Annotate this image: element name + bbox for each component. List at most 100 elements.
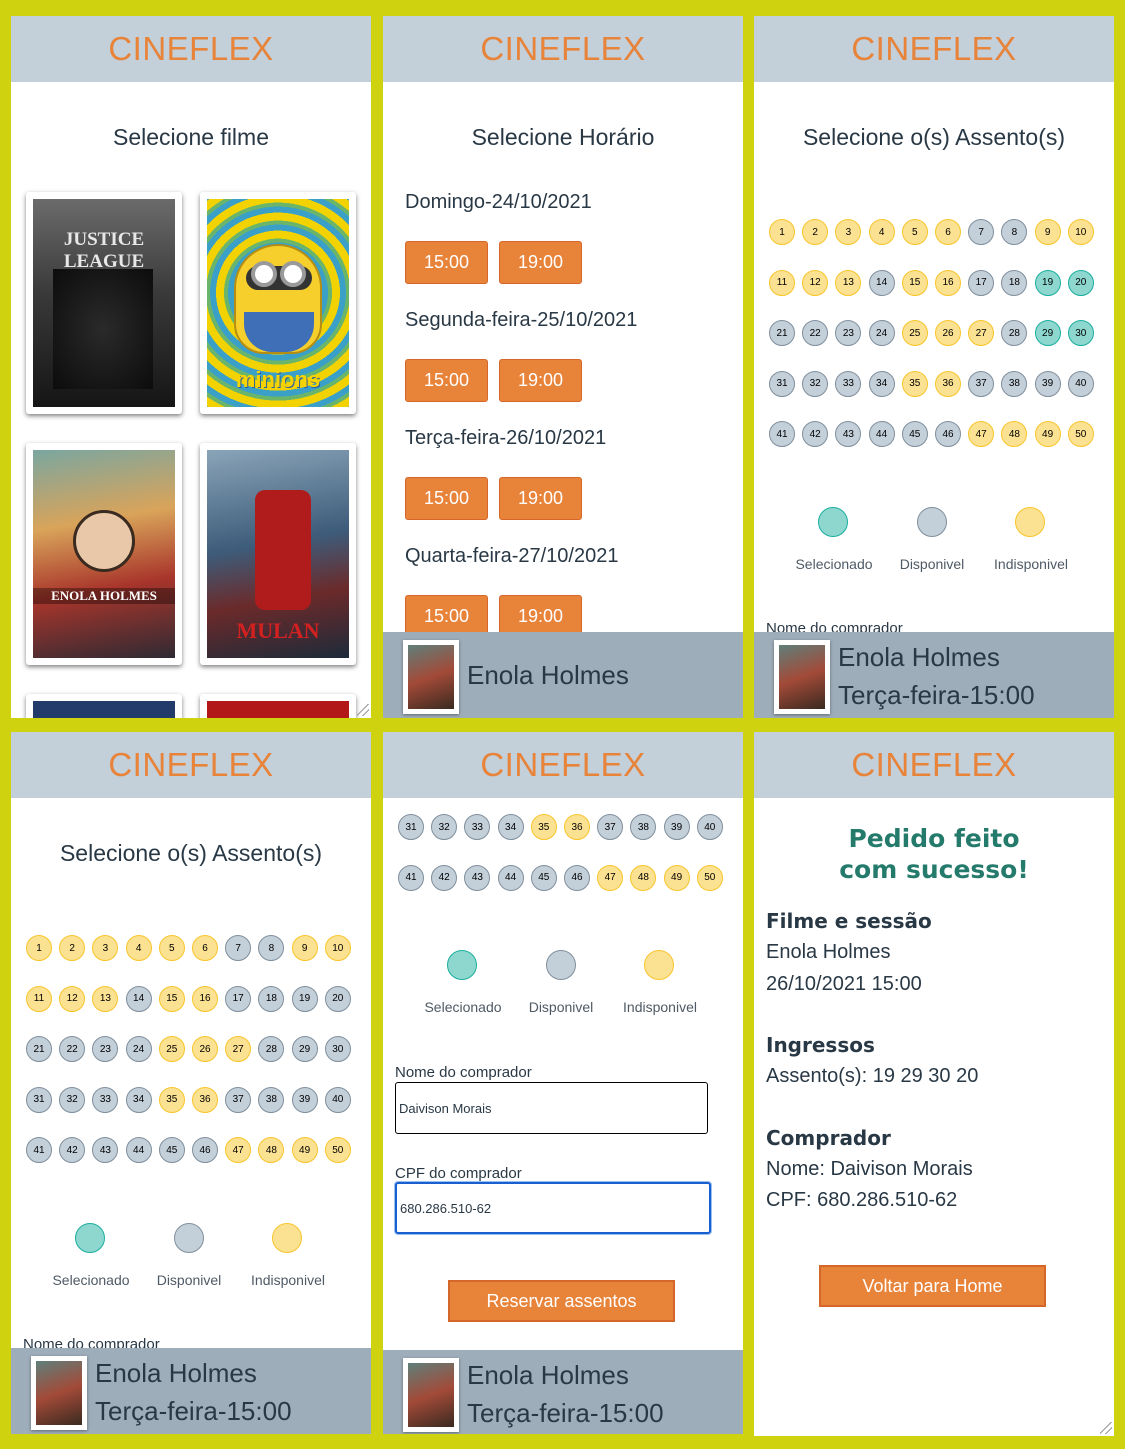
seat-36[interactable]: 36	[192, 1086, 218, 1113]
seat-28[interactable]: 28	[1001, 320, 1028, 346]
seat-23[interactable]: 23	[835, 320, 862, 346]
buyer-cpf-input[interactable]: 680.286.510-62	[395, 1182, 711, 1234]
seat-41[interactable]: 41	[769, 421, 795, 447]
seat-15[interactable]: 15	[158, 985, 185, 1012]
time-button[interactable]: 15:00	[405, 241, 488, 284]
seat-39[interactable]: 39	[663, 814, 690, 840]
seat-29[interactable]: 29	[291, 1036, 318, 1062]
seat-43[interactable]: 43	[835, 421, 862, 447]
seat-1[interactable]: 1	[26, 935, 52, 961]
seat-44[interactable]: 44	[497, 864, 524, 891]
seat-21[interactable]: 21	[769, 320, 795, 346]
seat-37[interactable]: 37	[225, 1086, 252, 1113]
seat-24[interactable]: 24	[868, 320, 895, 346]
seat-9[interactable]: 9	[1034, 219, 1061, 245]
seat-5[interactable]: 5	[158, 935, 185, 961]
seat-5[interactable]: 5	[901, 219, 928, 245]
seat-2[interactable]: 2	[802, 219, 829, 245]
seat-23[interactable]: 23	[92, 1036, 119, 1062]
seat-28[interactable]: 28	[258, 1036, 285, 1062]
seat-8[interactable]: 8	[1001, 219, 1028, 245]
seat-42[interactable]: 42	[59, 1137, 86, 1163]
seat-4[interactable]: 4	[868, 219, 895, 245]
reserve-seats-button[interactable]: Reservar assentos	[448, 1280, 675, 1322]
seat-19[interactable]: 19	[1034, 269, 1061, 296]
seat-10[interactable]: 10	[324, 935, 351, 961]
seat-19[interactable]: 19	[291, 985, 318, 1012]
time-button[interactable]: 19:00	[499, 359, 582, 402]
seat-35[interactable]: 35	[530, 814, 557, 840]
movie-poster-minions[interactable]: minions	[200, 192, 356, 414]
seat-38[interactable]: 38	[1001, 370, 1028, 397]
back-home-button[interactable]: Voltar para Home	[819, 1265, 1046, 1307]
movie-poster-partial[interactable]	[26, 694, 182, 718]
resize-grip-icon[interactable]	[357, 704, 369, 716]
seat-35[interactable]: 35	[158, 1086, 185, 1113]
seat-22[interactable]: 22	[802, 320, 829, 346]
seat-46[interactable]: 46	[192, 1137, 218, 1163]
seat-50[interactable]: 50	[1067, 421, 1094, 447]
seat-11[interactable]: 11	[769, 269, 795, 296]
seat-48[interactable]: 48	[630, 864, 657, 891]
movie-poster-enola-holmes[interactable]: ENOLA HOLMES	[26, 443, 182, 665]
seat-37[interactable]: 37	[968, 370, 995, 397]
seat-29[interactable]: 29	[1034, 320, 1061, 346]
seat-49[interactable]: 49	[1034, 421, 1061, 447]
seat-14[interactable]: 14	[868, 269, 895, 296]
seat-34[interactable]: 34	[125, 1086, 152, 1113]
seat-8[interactable]: 8	[258, 935, 285, 961]
seat-49[interactable]: 49	[663, 864, 690, 891]
buyer-name-input[interactable]: Daivison Morais	[395, 1082, 708, 1134]
seat-43[interactable]: 43	[464, 864, 491, 891]
movie-poster-justice-league[interactable]: JUSTICE LEAGUE	[26, 192, 182, 414]
seat-13[interactable]: 13	[92, 985, 119, 1012]
seat-38[interactable]: 38	[258, 1086, 285, 1113]
seat-41[interactable]: 41	[398, 864, 424, 891]
seat-18[interactable]: 18	[258, 985, 285, 1012]
seat-6[interactable]: 6	[935, 219, 961, 245]
seat-32[interactable]: 32	[802, 370, 829, 397]
seat-46[interactable]: 46	[935, 421, 961, 447]
seat-48[interactable]: 48	[1001, 421, 1028, 447]
seat-14[interactable]: 14	[125, 985, 152, 1012]
seat-40[interactable]: 40	[1067, 370, 1094, 397]
seat-4[interactable]: 4	[125, 935, 152, 961]
seat-42[interactable]: 42	[431, 864, 458, 891]
seat-16[interactable]: 16	[192, 985, 218, 1012]
movie-poster-partial[interactable]	[200, 694, 356, 718]
seat-34[interactable]: 34	[868, 370, 895, 397]
seat-33[interactable]: 33	[835, 370, 862, 397]
seat-3[interactable]: 3	[835, 219, 862, 245]
seat-49[interactable]: 49	[291, 1137, 318, 1163]
seat-30[interactable]: 30	[1067, 320, 1094, 346]
seat-9[interactable]: 9	[291, 935, 318, 961]
seat-2[interactable]: 2	[59, 935, 86, 961]
seat-26[interactable]: 26	[192, 1036, 218, 1062]
seat-47[interactable]: 47	[968, 421, 995, 447]
seat-25[interactable]: 25	[901, 320, 928, 346]
seat-40[interactable]: 40	[696, 814, 723, 840]
seat-16[interactable]: 16	[935, 269, 961, 296]
seat-17[interactable]: 17	[968, 269, 995, 296]
seat-38[interactable]: 38	[630, 814, 657, 840]
seat-37[interactable]: 37	[597, 814, 624, 840]
seat-24[interactable]: 24	[125, 1036, 152, 1062]
seat-31[interactable]: 31	[769, 370, 795, 397]
seat-7[interactable]: 7	[968, 219, 995, 245]
movie-poster-mulan[interactable]: MULAN	[200, 443, 356, 665]
seat-33[interactable]: 33	[92, 1086, 119, 1113]
seat-21[interactable]: 21	[26, 1036, 52, 1062]
seat-50[interactable]: 50	[324, 1137, 351, 1163]
time-button[interactable]: 19:00	[499, 477, 582, 520]
time-button[interactable]: 15:00	[405, 477, 488, 520]
seat-47[interactable]: 47	[225, 1137, 252, 1163]
seat-20[interactable]: 20	[324, 985, 351, 1012]
seat-45[interactable]: 45	[158, 1137, 185, 1163]
seat-7[interactable]: 7	[225, 935, 252, 961]
seat-33[interactable]: 33	[464, 814, 491, 840]
seat-43[interactable]: 43	[92, 1137, 119, 1163]
seat-36[interactable]: 36	[935, 370, 961, 397]
seat-42[interactable]: 42	[802, 421, 829, 447]
seat-12[interactable]: 12	[59, 985, 86, 1012]
seat-11[interactable]: 11	[26, 985, 52, 1012]
